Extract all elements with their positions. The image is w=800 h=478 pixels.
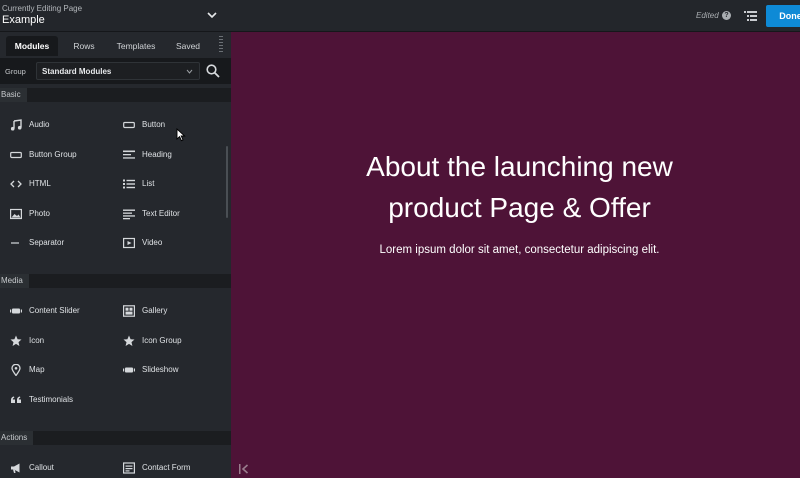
group-filter: Group Standard Modules <box>0 58 231 84</box>
chevron-down-icon <box>186 69 193 74</box>
group-select[interactable]: Standard Modules <box>36 62 200 80</box>
module-label: Contact Form <box>142 463 191 472</box>
slideshow-icon <box>123 367 135 373</box>
page-switcher[interactable]: Currently Editing Page Example <box>2 4 82 27</box>
module-label: Button Group <box>29 150 77 159</box>
text-editor-icon <box>123 209 135 220</box>
module-label: Button <box>142 120 166 129</box>
slider-icon <box>10 308 22 314</box>
star-icon <box>123 335 135 346</box>
done-button[interactable]: Done <box>766 5 800 27</box>
headline-line: product Page & Offer <box>388 192 651 223</box>
photo-icon <box>10 208 22 220</box>
heading-icon <box>123 150 135 159</box>
tab-modules[interactable]: Modules <box>6 36 58 56</box>
module-label: Photo <box>29 209 50 218</box>
section-basic[interactable]: Basic <box>0 88 231 102</box>
tab-saved[interactable]: Saved <box>168 36 208 56</box>
module-label: Testimonials <box>29 395 74 404</box>
gallery-icon <box>123 305 135 317</box>
list-icon <box>123 179 135 189</box>
star-icon <box>10 335 22 346</box>
search-icon[interactable] <box>206 64 220 78</box>
module-label: Video <box>142 238 163 247</box>
page-subtext[interactable]: Lorem ipsum dolor sit amet, consectetur … <box>231 244 800 256</box>
module-label: Text Editor <box>142 209 180 218</box>
page-canvas[interactable]: About the launching new product Page & O… <box>231 32 800 478</box>
mouse-cursor-icon <box>176 128 186 142</box>
music-note-icon <box>10 119 22 131</box>
separator-icon <box>11 242 19 244</box>
tab-rows[interactable]: Rows <box>64 36 104 56</box>
button-group-icon <box>10 151 22 159</box>
module-label: Audio <box>29 120 50 129</box>
megaphone-icon <box>11 463 20 473</box>
module-label: Gallery <box>142 306 168 315</box>
section-title: Basic <box>0 88 27 102</box>
section-actions[interactable]: Actions <box>0 431 231 445</box>
outline-list-icon[interactable] <box>744 11 757 21</box>
form-icon <box>123 462 135 474</box>
module-label: Content Slider <box>29 306 80 315</box>
headline-line: About the launching new <box>366 151 673 182</box>
module-label: Icon <box>29 336 45 345</box>
page-headline[interactable]: About the launching new product Page & O… <box>231 146 800 228</box>
quote-icon <box>11 396 21 403</box>
module-label: Slideshow <box>142 365 179 374</box>
module-label: Map <box>29 365 45 374</box>
section-title: Actions <box>0 431 34 445</box>
top-bar: Currently Editing Page Example Edited ? … <box>0 0 800 32</box>
module-label: HTML <box>29 179 51 188</box>
group-label: Group <box>5 67 26 76</box>
module-label: Icon Group <box>142 336 182 345</box>
module-label: Heading <box>142 150 172 159</box>
module-label: Separator <box>29 238 65 247</box>
section-title: Media <box>0 274 29 288</box>
video-icon <box>123 237 135 249</box>
scrollbar-thumb[interactable] <box>226 146 228 218</box>
editing-caption: Currently Editing Page <box>2 4 83 13</box>
tab-templates[interactable]: Templates <box>110 36 162 56</box>
group-select-value: Standard Modules <box>42 67 112 76</box>
button-icon <box>123 121 135 129</box>
module-list: Basic Audio Button Button Group Heading … <box>0 84 231 478</box>
section-media[interactable]: Media <box>0 274 231 288</box>
module-label: Callout <box>29 463 54 472</box>
module-panel: Modules Rows Templates Saved Group Stand… <box>0 32 231 478</box>
collapse-panel-icon[interactable] <box>238 463 250 475</box>
chevron-down-icon[interactable] <box>207 10 217 20</box>
code-icon <box>10 180 22 188</box>
edited-status: Edited <box>696 11 719 20</box>
map-pin-icon <box>11 364 21 376</box>
help-icon[interactable]: ? <box>722 11 731 20</box>
drag-handle-icon[interactable] <box>219 36 223 54</box>
panel-tabs: Modules Rows Templates Saved <box>0 32 231 58</box>
module-label: List <box>142 179 155 188</box>
page-name: Example <box>2 14 45 26</box>
